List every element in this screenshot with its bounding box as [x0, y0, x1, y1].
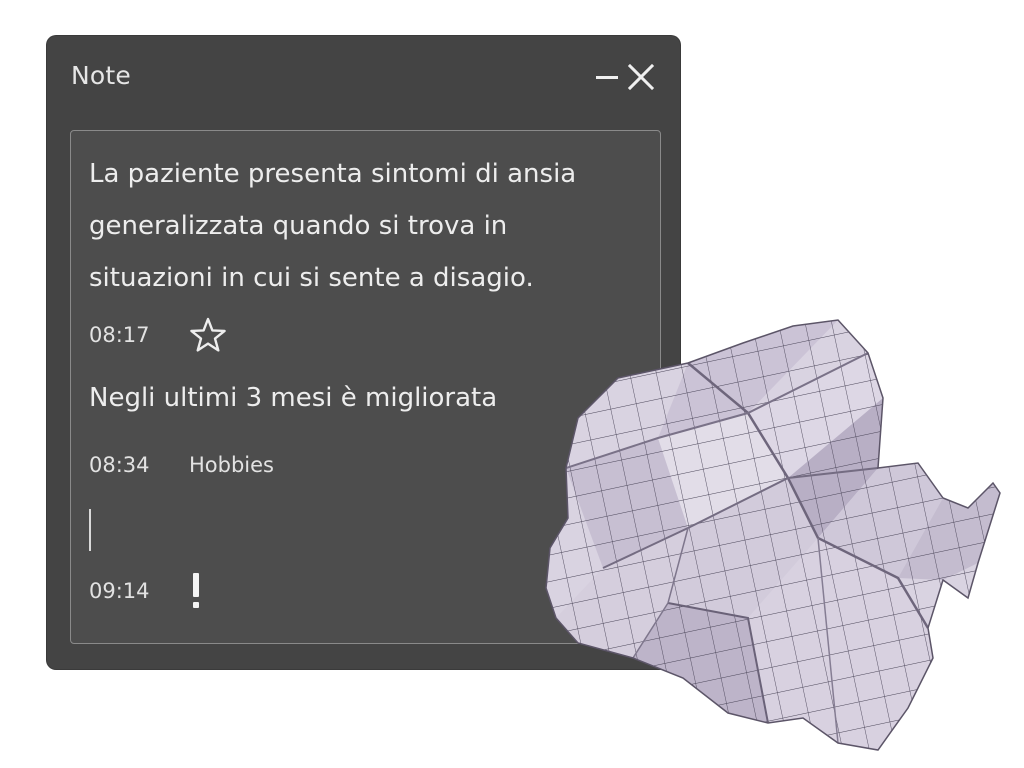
note-time: 08:17	[89, 323, 150, 347]
window-controls	[594, 62, 654, 92]
note-line: situazioni in cui si sente a disagio.	[89, 263, 534, 293]
note-time: 08:34	[89, 453, 150, 477]
minimize-button[interactable]	[594, 62, 620, 92]
text-cursor	[89, 509, 91, 551]
note-text[interactable]: La paziente presenta sintomi di ansia ge…	[89, 148, 576, 304]
note-tag[interactable]: Hobbies	[189, 453, 274, 477]
exclamation-icon[interactable]	[189, 571, 203, 611]
star-outline-icon[interactable]	[189, 317, 227, 353]
close-button[interactable]	[628, 62, 654, 92]
note-line: generalizzata quando si trova in	[89, 211, 508, 241]
window-title: Note	[71, 61, 131, 90]
note-meta-row: 09:14	[89, 571, 203, 611]
note-time: 09:14	[89, 579, 150, 603]
note-meta-row: 08:34 Hobbies	[89, 453, 274, 477]
minimize-icon	[596, 76, 618, 79]
note-text[interactable]: Negli ultimi 3 mesi è migliorata	[89, 372, 497, 424]
note-line: La paziente presenta sintomi di ansia	[89, 159, 577, 189]
note-meta-row: 08:17	[89, 317, 227, 353]
crumpled-paper-ball	[545, 319, 1001, 751]
close-icon	[628, 64, 654, 90]
